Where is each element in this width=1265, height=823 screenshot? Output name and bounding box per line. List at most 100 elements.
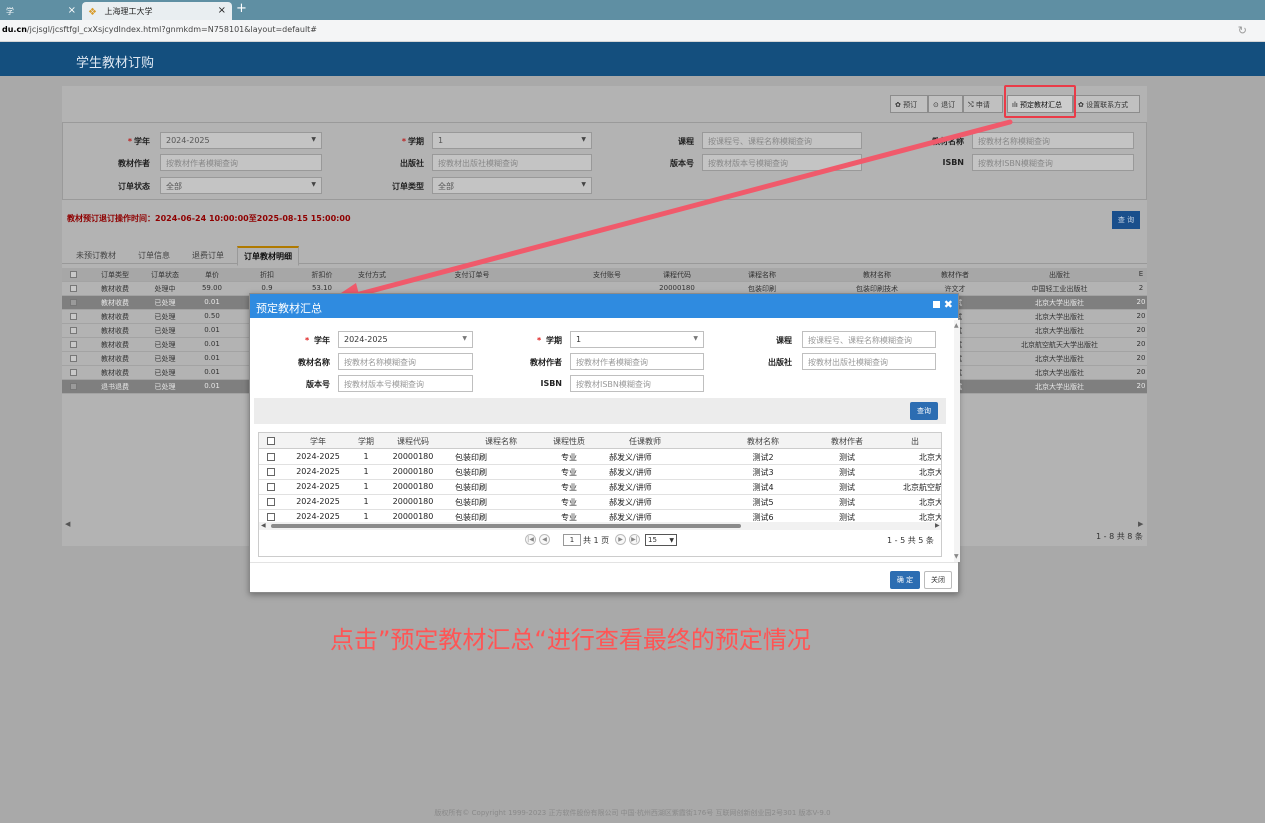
m-isbn-input[interactable]: 按教材ISBN模糊查询 <box>570 375 704 392</box>
close-tab-icon[interactable]: × <box>218 5 226 16</box>
column-header[interactable]: 订单类型 <box>90 270 140 280</box>
column-header[interactable]: 课程名称 <box>727 270 797 280</box>
address-bar[interactable]: du.cn/jcjsgl/jcsftfgl_cxXsjcydIndex.html… <box>0 20 1265 42</box>
column-header[interactable]: 支付订单号 <box>442 270 502 280</box>
page-size-select[interactable]: 15 ▼ <box>645 534 677 546</box>
column-header[interactable]: 教材名称 <box>837 270 917 280</box>
grid-row[interactable]: 2024-2025 1 20000180 包装印刷 专业 郝发义/讲师 测试3 测试 北京大 <box>259 464 941 480</box>
column-header[interactable]: 订单状态 <box>142 270 188 280</box>
scroll-left-icon[interactable]: ◀ <box>65 520 70 528</box>
scroll-up-icon[interactable]: ▲ <box>954 322 959 329</box>
scroll-down-icon[interactable]: ▼ <box>954 553 959 560</box>
grid-header: 学年 学期 课程代码 课程名称 课程性质 任课教师 教材名称 教材作者出 <box>259 433 941 449</box>
column-header[interactable]: 出 <box>887 436 941 447</box>
column-header[interactable]: 支付账号 <box>582 270 632 280</box>
kc-input[interactable]: 按课程号、课程名称模糊查询 <box>702 132 862 149</box>
tab-refund-orders[interactable]: 退费订单 <box>192 250 224 261</box>
jczz-input[interactable]: 按教材作者模糊查询 <box>160 154 322 171</box>
next-page-icon[interactable]: ▶ <box>615 534 626 545</box>
scroll-right-icon[interactable]: ▶ <box>935 522 940 529</box>
browser-tab-2[interactable]: ❖ 上海理工大学 × <box>82 2 232 20</box>
m-query-button[interactable]: 查询 <box>910 402 938 420</box>
m-jcmc-input[interactable]: 按教材名称模糊查询 <box>338 353 473 370</box>
maximize-icon[interactable] <box>933 301 940 308</box>
row-checkbox[interactable] <box>70 285 77 292</box>
grid-row[interactable]: 2024-2025 1 20000180 包装印刷 专业 郝发义/讲师 测试4 测试 北京航空航 <box>259 479 941 495</box>
row-checkbox[interactable] <box>267 453 275 461</box>
tab-order-info[interactable]: 订单信息 <box>138 250 170 261</box>
m-xn-select[interactable]: 2024-2025 ▼ <box>338 331 473 348</box>
close-icon[interactable]: ✖ <box>944 298 953 311</box>
close-button[interactable]: 关闭 <box>924 571 952 589</box>
column-header[interactable]: 课程性质 <box>539 436 599 447</box>
xn-select[interactable]: 2024-2025 ▼ <box>160 132 322 149</box>
row-checkbox[interactable] <box>267 498 275 506</box>
last-page-icon[interactable]: ▶| <box>629 534 640 545</box>
row-checkbox[interactable] <box>70 355 77 362</box>
grid-row[interactable]: 2024-2025 1 20000180 包装印刷 专业 郝发义/讲师 测试5 测试 北京大 <box>259 494 941 510</box>
new-tab-button[interactable]: + <box>236 1 247 16</box>
row-checkbox[interactable] <box>70 327 77 334</box>
column-header[interactable]: 折扣价 <box>302 270 342 280</box>
row-checkbox[interactable] <box>267 483 275 491</box>
reload-icon[interactable]: ↻ <box>1238 24 1247 37</box>
isbn-input[interactable]: 按教材ISBN模糊查询 <box>972 154 1134 171</box>
m-cbs-input[interactable]: 按教材出版社模糊查询 <box>802 353 936 370</box>
grid-row[interactable]: 2024-2025 1 20000180 包装印刷 专业 郝发义/讲师 测试2 测试 北京大 <box>259 449 941 465</box>
set-contact-button[interactable]: ✿ 设置联系方式 <box>1073 95 1140 113</box>
ddlx-select[interactable]: 全部 ▼ <box>432 177 592 194</box>
cbs-input[interactable]: 按教材出版社模糊查询 <box>432 154 592 171</box>
column-header[interactable]: 教材作者 <box>930 270 980 280</box>
cancel-reserve-button[interactable]: ⊙ 退订 <box>928 95 963 113</box>
query-button[interactable]: 查 询 <box>1112 211 1140 229</box>
column-header[interactable]: 课程代码 <box>652 270 702 280</box>
select-all-checkbox[interactable] <box>267 437 275 445</box>
column-header[interactable]: 课程代码 <box>383 436 443 447</box>
select-all-checkbox[interactable] <box>70 271 77 278</box>
tab-unreserved[interactable]: 未预订教材 <box>76 250 116 261</box>
page-number-input[interactable]: 1 <box>563 534 581 546</box>
xq-select[interactable]: 1 ▼ <box>432 132 592 149</box>
row-checkbox[interactable] <box>70 299 77 306</box>
m-jczz-input[interactable]: 按教材作者模糊查询 <box>570 353 704 370</box>
bbh-input[interactable]: 按教材版本号模糊查询 <box>702 154 862 171</box>
column-header[interactable]: 教材作者 <box>817 436 877 447</box>
row-checkbox[interactable] <box>70 369 77 376</box>
table-cell: 教材收费 <box>101 299 129 307</box>
tab-order-detail[interactable]: 订单教材明细 <box>237 246 299 266</box>
table-cell: 北京大学出版社 <box>1035 299 1084 307</box>
row-checkbox[interactable] <box>267 468 275 476</box>
first-page-icon[interactable]: |◀ <box>525 534 536 545</box>
scroll-right-icon[interactable]: ▶ <box>1138 520 1143 528</box>
scrollbar-thumb[interactable] <box>271 524 741 528</box>
confirm-button[interactable]: 确 定 <box>890 571 920 589</box>
column-header[interactable]: 教材名称 <box>703 436 823 447</box>
row-checkbox[interactable] <box>70 383 77 390</box>
apply-button[interactable]: ⤭ 申请 <box>963 95 1003 113</box>
ddzt-select[interactable]: 全部 ▼ <box>160 177 322 194</box>
row-checkbox[interactable] <box>267 513 275 521</box>
column-header[interactable]: 折扣 <box>252 270 282 280</box>
prev-page-icon[interactable]: ◀ <box>539 534 550 545</box>
column-header[interactable]: E <box>1134 270 1148 278</box>
column-header[interactable]: 学年 <box>287 436 349 447</box>
column-header[interactable]: 课程名称 <box>451 436 551 447</box>
horizontal-scrollbar[interactable]: ◀ ▶ <box>259 522 941 530</box>
column-header[interactable]: 支付方式 <box>352 270 392 280</box>
jcmc-input[interactable]: 按教材名称模糊查询 <box>972 132 1134 149</box>
column-header[interactable]: 任课教师 <box>605 436 685 447</box>
row-checkbox[interactable] <box>70 313 77 320</box>
row-checkbox[interactable] <box>70 341 77 348</box>
m-bbh-input[interactable]: 按教材版本号模糊查询 <box>338 375 473 392</box>
column-header[interactable]: 单价 <box>192 270 232 280</box>
scroll-left-icon[interactable]: ◀ <box>261 522 266 529</box>
m-xq-select[interactable]: 1 ▼ <box>570 331 704 348</box>
browser-tab-1[interactable]: 学 × <box>0 2 82 20</box>
table-cell: 北京大学出版社 <box>1035 383 1084 391</box>
reserve-button[interactable]: ✿ 预订 <box>890 95 928 113</box>
close-tab-icon[interactable]: × <box>68 5 76 16</box>
vertical-scrollbar[interactable]: ▲ ▼ <box>954 320 960 562</box>
m-kc-input[interactable]: 按课程号、课程名称模糊查询 <box>802 331 936 348</box>
column-header[interactable]: 出版社 <box>1012 270 1107 280</box>
column-header[interactable]: 学期 <box>353 436 379 447</box>
